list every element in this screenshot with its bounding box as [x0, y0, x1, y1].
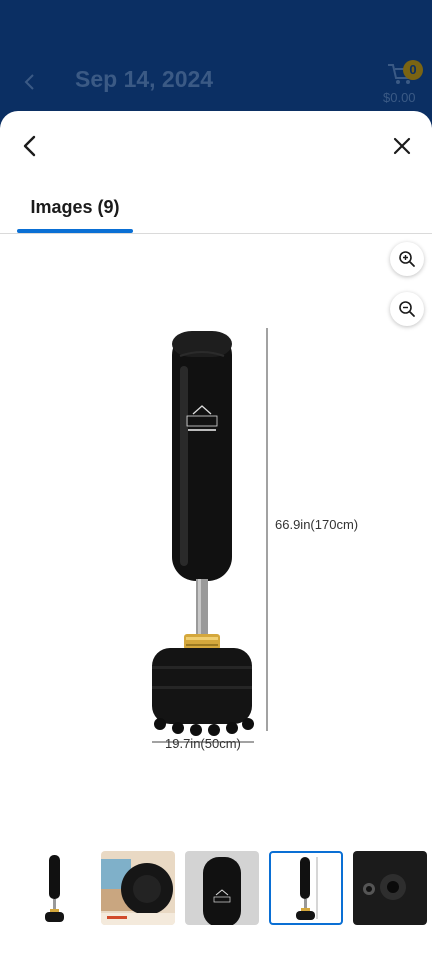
cart-total: $0.00 [383, 90, 416, 105]
zoom-in-button[interactable] [390, 242, 424, 276]
header-date: Sep 14, 2024 [75, 66, 214, 92]
zoom-out-icon [399, 301, 415, 317]
thumbnail-1[interactable] [17, 851, 91, 925]
tab-images[interactable]: Images (9) [17, 193, 133, 233]
thumbnail-3[interactable] [185, 851, 259, 925]
dimension-height-label: 66.9in(170cm) [275, 517, 359, 532]
thumbnail-2[interactable] [101, 851, 175, 925]
app-header: Sep 14, 2024 0 $0.00 [0, 0, 432, 120]
dimension-width-label: 19.7in(50cm) [165, 736, 241, 751]
image-viewer-sheet: Images (9) 66.9in(170cm) 19.7in(50cm) [0, 111, 432, 960]
thumbnail-5[interactable] [353, 851, 427, 925]
thumbnail-4-selected[interactable] [269, 851, 343, 925]
chevron-left-icon[interactable] [20, 70, 40, 94]
tab-images-label: Images (9) [30, 197, 120, 217]
cart-count-badge: 0 [403, 60, 423, 80]
zoom-in-icon [399, 251, 415, 267]
close-icon[interactable] [390, 134, 414, 158]
zoom-out-button[interactable] [390, 292, 424, 326]
thumbnail-strip [0, 849, 432, 929]
product-image[interactable] [140, 326, 380, 756]
back-chevron-icon[interactable] [18, 133, 42, 159]
tab-divider [0, 233, 432, 234]
